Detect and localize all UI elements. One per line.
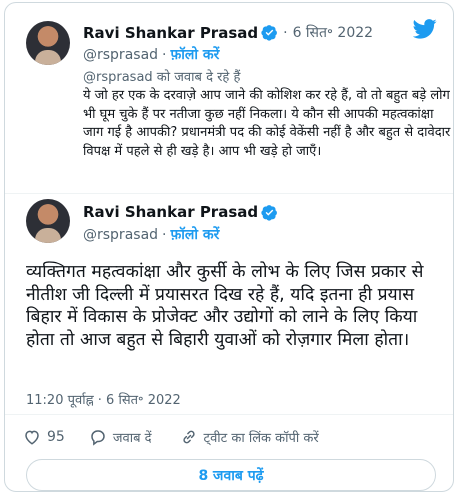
main-handle-row: @rsprasad · फ़ॉलो करें bbox=[83, 225, 219, 244]
follow-button[interactable]: फ़ॉलो करें bbox=[170, 45, 219, 64]
avatar[interactable] bbox=[26, 21, 70, 65]
author-handle[interactable]: @rsprasad bbox=[83, 227, 158, 243]
copy-link-label: ट्वीट का लिंक कॉपी करें bbox=[203, 431, 319, 446]
copy-link-button[interactable]: ट्वीट का लिंक कॉपी करें bbox=[180, 428, 319, 446]
twitter-logo-icon[interactable] bbox=[413, 19, 437, 39]
follow-button[interactable]: फ़ॉलो करें bbox=[170, 225, 219, 244]
tweet-date[interactable]: 6 सित॰ 2022 bbox=[293, 23, 373, 42]
author-name[interactable]: Ravi Shankar Prasad bbox=[83, 203, 258, 221]
author-name[interactable]: Ravi Shankar Prasad bbox=[83, 24, 258, 42]
author-handle[interactable]: @rsprasad bbox=[83, 47, 158, 63]
quoted-author-row: Ravi Shankar Prasad · 6 सित॰ 2022 bbox=[83, 23, 373, 42]
separator-dot: · bbox=[162, 226, 167, 243]
verified-badge-icon bbox=[261, 204, 278, 221]
tweet-actions: 95 जवाब दें ट्वीट का लिंक कॉपी करें bbox=[23, 428, 319, 446]
divider bbox=[5, 414, 453, 415]
like-count: 95 bbox=[47, 429, 65, 445]
reply-label: जवाब दें bbox=[112, 431, 152, 446]
verified-badge-icon bbox=[261, 25, 278, 41]
tweet-embed-card: Ravi Shankar Prasad · 6 सित॰ 2022 @rspra… bbox=[4, 2, 454, 492]
quoted-tweet-text: ये जो हर एक के दरवाज़े आप जाने की कोशिश … bbox=[83, 88, 451, 159]
heart-icon bbox=[25, 430, 39, 445]
separator-dot: · bbox=[162, 46, 167, 63]
reply-icon bbox=[91, 430, 105, 446]
reply-button[interactable]: जवाब दें bbox=[89, 428, 152, 446]
like-button[interactable]: 95 bbox=[23, 428, 65, 446]
quoted-handle-row: @rsprasad · फ़ॉलो करें bbox=[83, 45, 219, 64]
main-tweet-text: व्यक्तिगत महत्वकांक्षा और कुर्सी के लोभ … bbox=[26, 262, 424, 350]
tweet-timestamp[interactable]: 11:20 पूर्वाह्न · 6 सित॰ 2022 bbox=[26, 390, 181, 408]
avatar[interactable] bbox=[26, 199, 70, 243]
divider bbox=[5, 193, 453, 194]
read-replies-button[interactable]: 8 जवाब पढ़ें bbox=[26, 459, 436, 491]
main-author-row: Ravi Shankar Prasad bbox=[83, 203, 278, 221]
link-icon bbox=[182, 430, 195, 444]
separator-dot: · bbox=[283, 24, 288, 41]
replying-to-label[interactable]: @rsprasad को जवाब दे रहे हैं bbox=[83, 67, 240, 85]
